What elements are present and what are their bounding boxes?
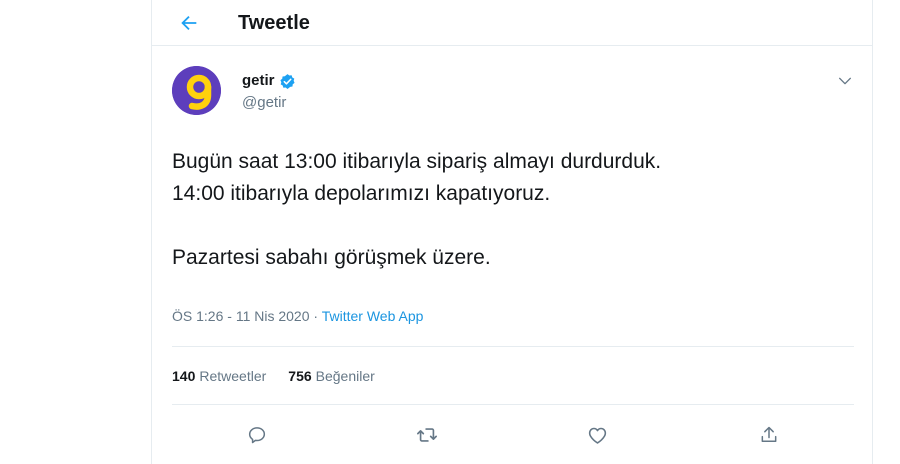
retweet-button[interactable] [412, 420, 442, 450]
tweet-stats: 140 Retweetler 756 Beğeniler [172, 366, 397, 386]
tweet-text-line: Bugün saat 13:00 itibarıyla sipariş alma… [172, 150, 662, 173]
user-name-row: getir [242, 72, 296, 90]
reply-button[interactable] [242, 420, 272, 450]
page-header: Tweetle [152, 0, 872, 46]
share-button[interactable] [754, 420, 784, 450]
chevron-down-icon [839, 77, 851, 85]
reply-icon [248, 427, 266, 444]
likes-stat[interactable]: 756 Beğeniler [288, 366, 375, 386]
divider [172, 404, 854, 405]
back-button[interactable] [174, 8, 204, 38]
user-handle[interactable]: @getir [242, 94, 286, 112]
divider [172, 346, 854, 347]
getir-logo-avatar [172, 66, 221, 115]
tweet-text: Bugün saat 13:00 itibarıyla sipariş alma… [172, 146, 852, 274]
arrow-left-icon [181, 15, 197, 31]
likes-label: Beğeniler [315, 368, 375, 384]
like-heart-icon [588, 427, 606, 444]
tweet-text-line: 14:00 itibarıyla depolarımızı kapatıyoru… [172, 182, 551, 205]
retweets-stat[interactable]: 140 Retweetler [172, 366, 266, 386]
share-icon [761, 426, 777, 442]
tweet-text-line [172, 210, 852, 242]
user-name[interactable]: getir [242, 72, 275, 90]
like-button[interactable] [582, 420, 612, 450]
tweet-text-line: Pazartesi sabahı görüşmek üzere. [172, 246, 491, 269]
tweet-menu-button[interactable] [834, 70, 856, 92]
verified-badge-icon [279, 73, 295, 89]
tweet-meta: ÖS 1:26 - 11 Nis 2020 · Twitter Web App [172, 308, 424, 324]
tweet-date[interactable]: 11 Nis 2020 [236, 308, 310, 324]
likes-count: 756 [288, 368, 312, 384]
tweet-column: Tweetle getir @getir Bugün saat 13:00 it… [151, 0, 873, 464]
retweet-icon [417, 428, 437, 442]
tweet-source-link[interactable]: Twitter Web App [322, 308, 424, 324]
retweets-count: 140 [172, 368, 196, 384]
page-title: Tweetle [238, 12, 310, 34]
tweet-time[interactable]: ÖS 1:26 [172, 308, 223, 324]
retweets-label: Retweetler [199, 368, 267, 384]
avatar[interactable] [172, 66, 221, 115]
